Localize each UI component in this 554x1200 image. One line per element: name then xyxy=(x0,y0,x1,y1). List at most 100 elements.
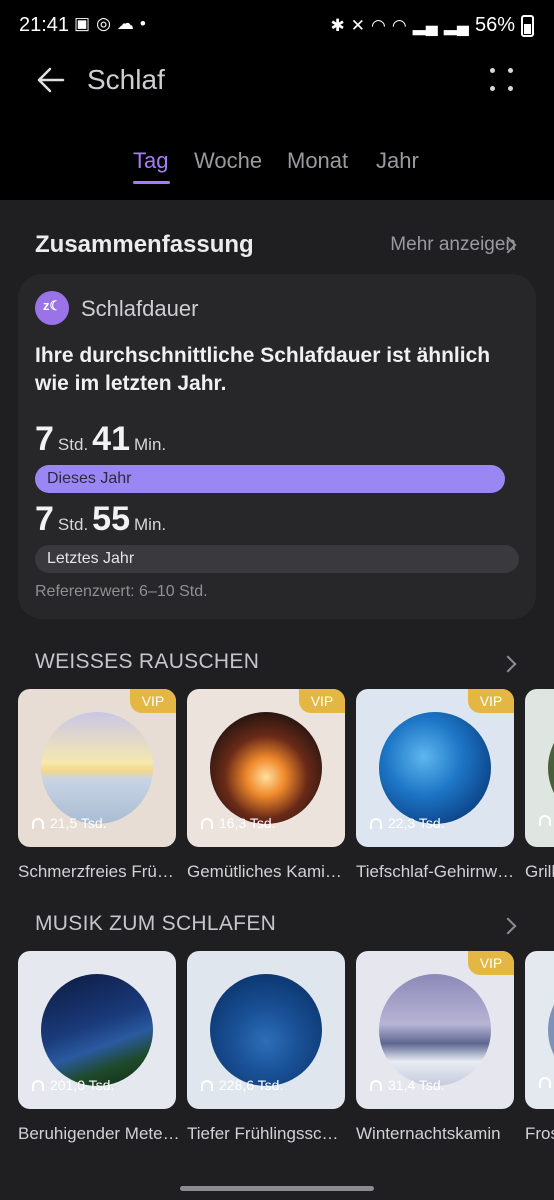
sleep-moon-icon: z☾ xyxy=(35,291,69,325)
active-tab-indicator xyxy=(133,181,170,184)
sleep-music-tile-4[interactable] xyxy=(525,951,554,1109)
sleep-music-tile-1[interactable]: 201,0 Tsd. xyxy=(18,951,176,1109)
summary-heading: Zusammenfassung xyxy=(35,231,254,258)
white-noise-tile-1[interactable]: VIP 21,5 Tsd. xyxy=(18,689,176,847)
sleep-music-heading: MUSIK ZUM SCHLAFEN xyxy=(35,912,277,935)
tile-title[interactable]: Winternachtskamin xyxy=(356,1124,518,1144)
sleep-music-tile-2[interactable]: 228,6 Tsd. xyxy=(187,951,345,1109)
page-title: Schlaf xyxy=(87,64,165,95)
play-count-value: 21,5 Tsd. xyxy=(50,815,107,831)
play-count xyxy=(539,815,551,826)
vip-badge: VIP xyxy=(468,689,514,713)
last-year-bar: Letztes Jahr xyxy=(35,545,519,573)
tile-artwork xyxy=(41,712,153,824)
tile-title[interactable]: Gemütliches Kami… xyxy=(187,862,349,882)
tile-artwork xyxy=(548,712,554,824)
play-count-value: 228,6 Tsd. xyxy=(219,1077,284,1093)
menu-dot-icon xyxy=(508,68,513,73)
tile-title[interactable]: Schmerzfreies Frü… xyxy=(18,862,180,882)
headphones-icon xyxy=(539,815,551,826)
tab-week[interactable]: Woche xyxy=(194,148,262,174)
app-bar: Schlaf xyxy=(0,52,554,112)
bluetooth-icon: ✱ xyxy=(330,15,345,35)
last-year-label: Letztes Jahr xyxy=(47,550,135,567)
play-count: 31,4 Tsd. xyxy=(370,1077,445,1093)
tile-artwork xyxy=(210,974,322,1086)
tile-title[interactable]: Fros xyxy=(525,1124,554,1144)
hours-unit: Std. xyxy=(57,435,89,454)
sleep-music-tile-3[interactable]: VIP 31,4 Tsd. xyxy=(356,951,514,1109)
menu-dot-icon xyxy=(490,86,495,91)
menu-dot-icon xyxy=(490,68,495,73)
comparison-message: Ihre durchschnittliche Schlafdauer ist ä… xyxy=(35,344,491,395)
headphones-icon xyxy=(201,1079,213,1091)
headphones-icon xyxy=(370,817,382,829)
tile-artwork xyxy=(379,974,491,1086)
signal-icon: ▂▄ xyxy=(412,15,438,35)
card-title: Schlafdauer xyxy=(81,296,199,321)
tile-title[interactable]: Grill xyxy=(525,862,554,882)
battery-percent: 56% xyxy=(474,14,515,36)
play-count: 201,0 Tsd. xyxy=(32,1077,114,1093)
this-year-minutes: 41 xyxy=(92,420,130,458)
sleep-duration-card[interactable]: z☾ Schlafdauer Ihre durchschnittliche Sc… xyxy=(18,274,536,619)
play-count: 228,6 Tsd. xyxy=(201,1077,283,1093)
chevron-right-icon[interactable] xyxy=(499,655,517,673)
wifi-calling-icon: ◠ xyxy=(391,15,407,35)
tab-year[interactable]: Jahr xyxy=(376,148,419,174)
chevron-right-icon[interactable] xyxy=(499,917,517,935)
dot-icon: • xyxy=(139,14,146,33)
wifi-icon: ◠ xyxy=(371,15,386,35)
play-count-value: 22,3 Tsd. xyxy=(388,815,445,831)
menu-dot-icon xyxy=(508,86,513,91)
status-time: 21:41 xyxy=(19,14,70,36)
more-options-button[interactable] xyxy=(486,64,518,96)
tile-title[interactable]: Tiefer Frühlingssc… xyxy=(187,1124,349,1144)
tile-artwork xyxy=(548,974,554,1086)
vip-badge: VIP xyxy=(130,689,176,713)
play-count: 16,3 Tsd. xyxy=(201,815,276,831)
home-indicator[interactable] xyxy=(180,1186,374,1191)
show-more-label: Mehr anzeigen xyxy=(390,234,516,255)
white-noise-tile-3[interactable]: VIP 22,3 Tsd. xyxy=(356,689,514,847)
white-noise-tile-4[interactable] xyxy=(525,689,554,847)
this-year-bar: Dieses Jahr xyxy=(35,465,505,493)
this-year-hours: 7 xyxy=(35,420,54,458)
play-count-value: 201,0 Tsd. xyxy=(50,1077,115,1093)
reference-value: Referenzwert: 6–10 Std. xyxy=(35,583,208,600)
this-year-label: Dieses Jahr xyxy=(47,470,132,487)
mute-icon: ✕ xyxy=(350,15,366,35)
tile-artwork xyxy=(41,974,153,1086)
last-year-duration: 7 Std. 55 Min. xyxy=(35,500,170,539)
tile-artwork xyxy=(379,712,491,824)
tile-title[interactable]: Beruhigender Mete… xyxy=(18,1124,180,1144)
headphones-icon xyxy=(32,817,44,829)
cloud-icon: ☁ xyxy=(116,14,134,33)
vip-badge: VIP xyxy=(299,689,345,713)
tile-artwork xyxy=(210,712,322,824)
period-tabs: Tag Woche Monat Jahr xyxy=(0,148,554,188)
status-bar: 21:41 ▣ ◎ ☁ • ✱ ✕ ◠ ◠ ▂▄ ▂▄ 56% xyxy=(0,0,554,52)
play-count-value: 31,4 Tsd. xyxy=(388,1077,445,1093)
tab-day[interactable]: Tag xyxy=(133,148,168,174)
play-count: 22,3 Tsd. xyxy=(370,815,445,831)
headphones-icon xyxy=(201,817,213,829)
play-count xyxy=(539,1077,551,1088)
minutes-unit: Min. xyxy=(134,435,167,454)
white-noise-heading: WEISSES RAUSCHEN xyxy=(35,650,260,673)
this-year-duration: 7 Std. 41 Min. xyxy=(35,420,170,459)
headphones-icon xyxy=(539,1077,551,1088)
back-button[interactable] xyxy=(33,62,69,98)
white-noise-tile-2[interactable]: VIP 16,3 Tsd. xyxy=(187,689,345,847)
play-count: 21,5 Tsd. xyxy=(32,815,107,831)
back-arrow-icon xyxy=(37,67,65,93)
last-year-minutes: 55 xyxy=(92,500,130,538)
headphones-icon xyxy=(32,1079,44,1091)
hours-unit: Std. xyxy=(57,515,89,534)
minutes-unit: Min. xyxy=(134,515,167,534)
show-more-link[interactable]: Mehr anzeigen xyxy=(390,234,516,256)
tile-title[interactable]: Tiefschlaf-Gehirnw… xyxy=(356,862,518,882)
gallery-icon: ▣ xyxy=(74,14,91,33)
tab-month[interactable]: Monat xyxy=(287,148,348,174)
play-count-value: 16,3 Tsd. xyxy=(219,815,276,831)
